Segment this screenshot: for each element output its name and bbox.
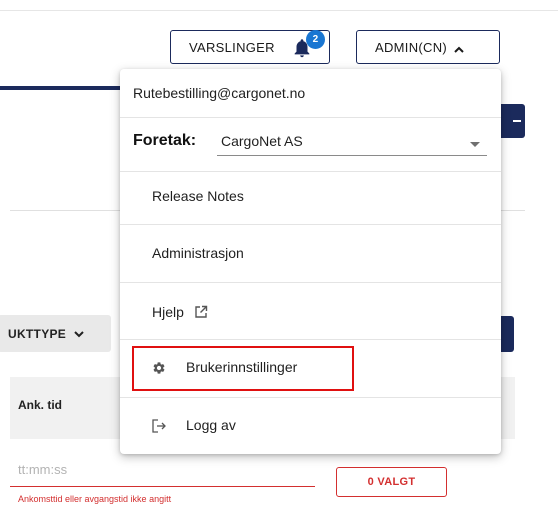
menu-divider <box>120 339 501 340</box>
menu-divider <box>120 171 501 172</box>
menu-divider <box>120 397 501 398</box>
menu-divider <box>120 282 501 283</box>
chevron-up-icon <box>454 41 464 56</box>
header-divider <box>0 10 558 11</box>
chevron-down-icon <box>74 327 84 341</box>
company-label: Foretak: <box>133 132 197 149</box>
selected-count-button[interactable]: 0 VALGT <box>336 467 447 497</box>
logout-icon <box>151 418 167 439</box>
notification-count-badge: 2 <box>306 30 325 49</box>
menu-item-administration[interactable]: Administrasjon <box>152 245 244 261</box>
menu-item-help-label[interactable]: Hjelp <box>152 304 184 320</box>
highlight-annotation <box>132 346 354 391</box>
notifications-label: VARSLINGER <box>189 39 275 55</box>
admin-label: ADMIN(CN) <box>375 39 448 55</box>
dropdown-arrow-icon[interactable] <box>470 142 480 147</box>
menu-divider <box>120 117 501 118</box>
external-link-icon <box>194 305 208 324</box>
selected-count-label: 0 VALGT <box>367 476 416 488</box>
menu-divider <box>120 224 501 225</box>
arrival-time-input[interactable]: tt:mm:ss <box>18 462 67 477</box>
company-select-underline <box>217 155 487 156</box>
product-type-filter-button[interactable]: UKTTYPE <box>0 315 111 352</box>
user-email: Rutebestilling@cargonet.no <box>133 85 306 101</box>
time-error-message: Ankomsttid eller avgangstid ikke angitt <box>18 494 172 504</box>
company-select-value[interactable]: CargoNet AS <box>221 133 303 149</box>
user-menu-dropdown: Rutebestilling@cargonet.no Foretak: Carg… <box>120 69 501 454</box>
arrival-time-underline <box>10 486 315 487</box>
product-type-label: UKTTYPE <box>8 326 67 341</box>
menu-item-logout-label[interactable]: Logg av <box>186 417 236 433</box>
menu-item-release-notes[interactable]: Release Notes <box>152 188 244 204</box>
notifications-button[interactable]: VARSLINGER 2 <box>170 30 330 64</box>
admin-menu-button[interactable]: ADMIN(CN) <box>356 30 500 64</box>
column-header-arrival-time: Ank. tid <box>18 398 62 412</box>
